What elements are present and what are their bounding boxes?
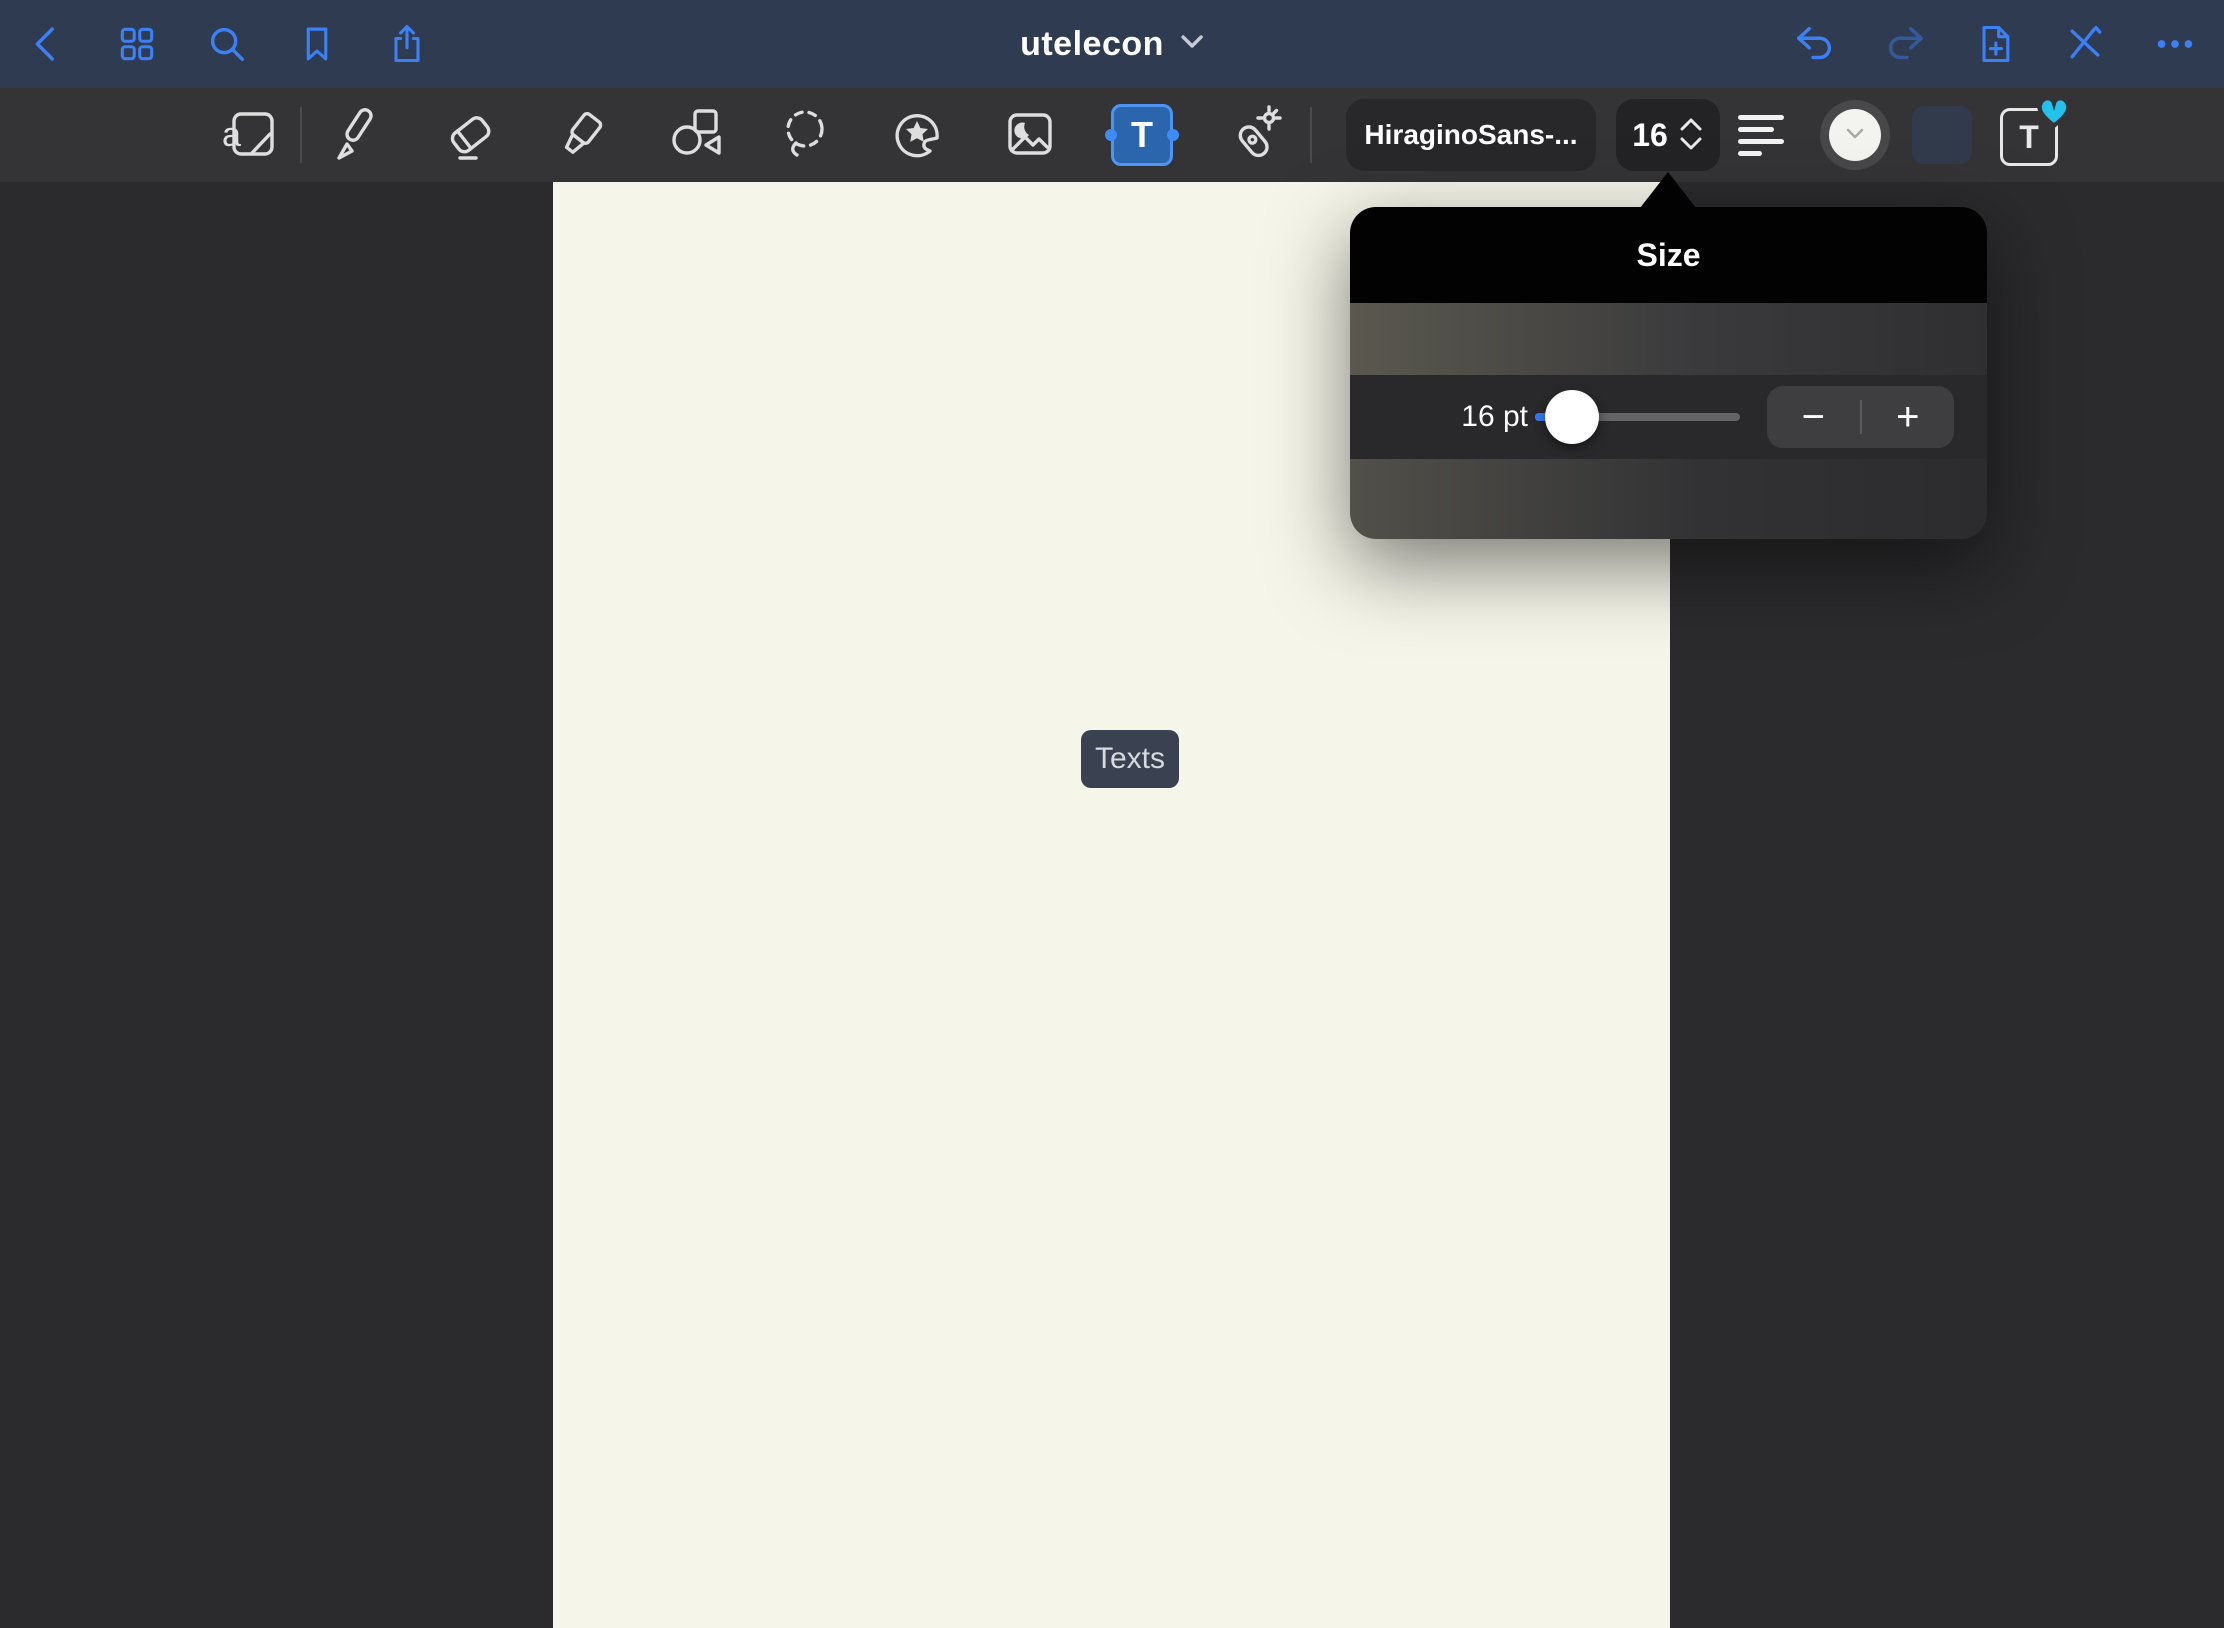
text-color-button[interactable]	[1820, 100, 1890, 170]
text-tool[interactable]: T	[1086, 88, 1198, 182]
add-page-button[interactable]	[1970, 19, 2020, 69]
font-family-button[interactable]: HiraginoSans-...	[1346, 99, 1596, 171]
size-increase-button[interactable]: +	[1862, 386, 1955, 448]
zoom-window-icon: a	[218, 102, 282, 169]
font-family-label: HiraginoSans-...	[1364, 119, 1577, 151]
text-background-swatch[interactable]	[1912, 106, 1972, 164]
popover-upper-band	[1350, 303, 1987, 375]
eraser-tool[interactable]	[414, 88, 526, 182]
zoom-window-tool[interactable]: a	[200, 88, 300, 182]
pages-overview-button[interactable]	[112, 19, 162, 69]
page-grid-icon	[115, 22, 159, 66]
redo-icon	[1882, 21, 1928, 67]
tool-bar: a T HiraginoSans-... 16	[0, 88, 2224, 182]
size-slider[interactable]	[1535, 375, 1740, 459]
color-chevron-down-icon	[1846, 128, 1864, 143]
more-ellipsis-icon	[2152, 21, 2198, 67]
more-button[interactable]	[2150, 19, 2200, 69]
size-stepper-chevrons-icon	[1678, 117, 1704, 154]
back-button[interactable]	[22, 19, 72, 69]
share-button[interactable]	[382, 19, 432, 69]
svg-text:a: a	[222, 116, 241, 154]
popover-arrow	[1640, 172, 1696, 208]
undo-icon	[1792, 21, 1838, 67]
selection-handle-right	[1167, 129, 1179, 141]
highlighter-icon	[550, 102, 614, 169]
size-stepper: − +	[1767, 386, 1954, 448]
shapes-icon	[662, 102, 726, 169]
font-size-button[interactable]: 16	[1616, 99, 1720, 171]
elements-sticker-icon	[886, 102, 950, 169]
pen-icon	[326, 102, 390, 169]
search-button[interactable]	[202, 19, 252, 69]
font-size-value: 16	[1632, 117, 1668, 154]
text-tool-selected-box: T	[1111, 104, 1173, 166]
image-icon	[998, 102, 1062, 169]
popover-title: Size	[1636, 237, 1700, 274]
topbar-right-group	[1790, 19, 2200, 69]
size-value-label: 16 pt	[1412, 375, 1528, 459]
laser-pointer-icon	[1222, 102, 1286, 169]
elements-tool[interactable]	[862, 88, 974, 182]
document-title-control[interactable]: utelecon	[1020, 0, 1204, 88]
topbar-left-group	[22, 19, 432, 69]
size-decrease-button[interactable]: −	[1767, 386, 1860, 448]
text-tool-glyph: T	[1131, 114, 1153, 156]
selection-handle-left	[1105, 129, 1117, 141]
search-icon	[204, 21, 250, 67]
text-align-button[interactable]	[1738, 107, 1794, 163]
favorite-text-style-button[interactable]: T	[1996, 100, 2070, 170]
lasso-icon	[774, 102, 838, 169]
read-only-pencil-icon	[2063, 22, 2107, 66]
heart-icon	[2034, 92, 2074, 130]
top-navigation-bar: utelecon	[0, 0, 2224, 88]
bookmark-icon	[296, 23, 338, 65]
popover-lower-band	[1350, 459, 1987, 539]
text-object-label: Texts	[1095, 742, 1165, 776]
undo-button[interactable]	[1790, 19, 1840, 69]
share-icon	[385, 22, 429, 66]
redo-button[interactable]	[1880, 19, 1930, 69]
eraser-icon	[438, 102, 502, 169]
bookmark-button[interactable]	[292, 19, 342, 69]
pen-tool[interactable]	[302, 88, 414, 182]
add-page-icon	[1973, 22, 2017, 66]
text-color-white-swatch	[1829, 109, 1881, 161]
size-popover: Size 16 pt − +	[1350, 207, 1987, 539]
lasso-tool[interactable]	[750, 88, 862, 182]
text-object[interactable]: Texts	[1081, 730, 1179, 788]
image-tool[interactable]	[974, 88, 1086, 182]
read-only-button[interactable]	[2060, 19, 2110, 69]
back-icon	[26, 23, 68, 65]
toolbar-divider-2	[1310, 107, 1312, 163]
highlighter-tool[interactable]	[526, 88, 638, 182]
document-title: utelecon	[1020, 25, 1164, 64]
align-left-icon	[1738, 115, 1784, 120]
shapes-tool[interactable]	[638, 88, 750, 182]
popover-header: Size	[1350, 207, 1987, 303]
size-control-row: 16 pt − +	[1350, 375, 1987, 459]
laser-pointer-tool[interactable]	[1198, 88, 1310, 182]
title-chevron-down-icon	[1180, 34, 1204, 55]
slider-thumb[interactable]	[1545, 390, 1599, 444]
